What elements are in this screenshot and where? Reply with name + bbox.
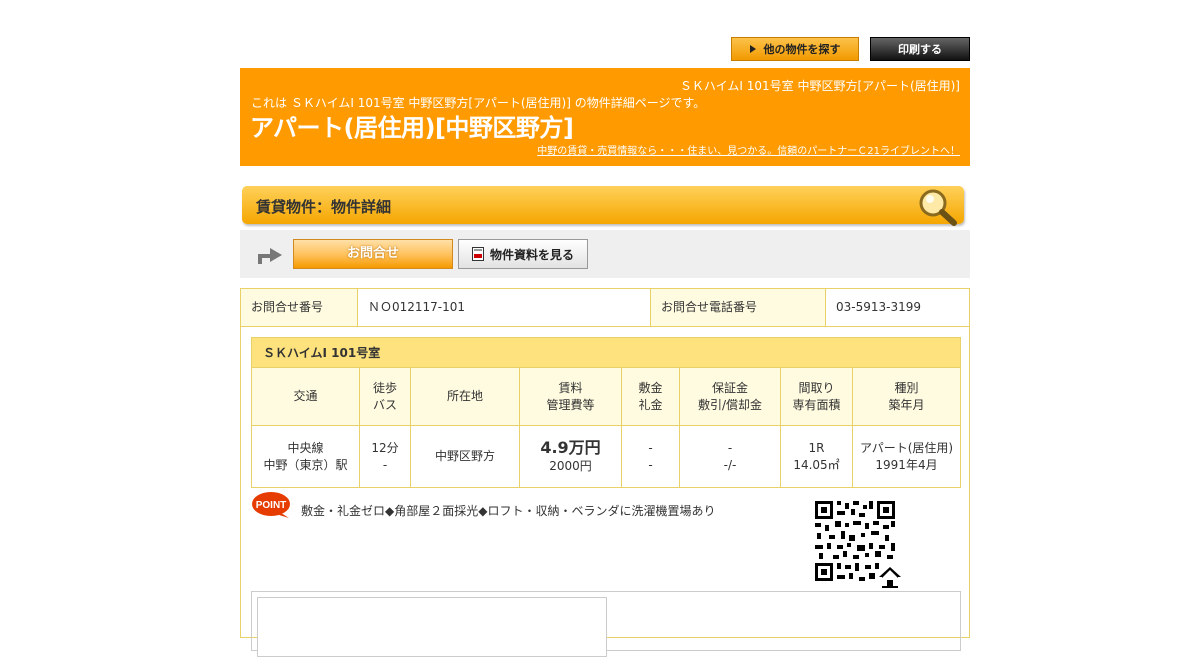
svg-text:POINT: POINT [256,500,287,511]
cell-transport: 中央線 中野（東京）駅 [251,425,360,488]
inquiry-phone-value: 03-5913-3199 [836,300,922,314]
section-title-bar: 賃貸物件：物件詳細 [242,186,964,226]
search-other-properties-button[interactable]: 他の物件を探す [731,37,859,61]
point-description: 敷金・礼金ゼロ◆角部屋２面採光◆ロフト・収納・ベランダに洗濯機置場あり [301,504,716,518]
header-rent: 賃料 管理費等 [519,367,622,426]
header-walk-bus: 徒歩 バス [359,367,411,426]
action-row: お問合せ 物件資料を見る [240,230,970,278]
header-transport: 交通 [251,367,360,426]
contact-button[interactable]: お問合せ [293,239,453,269]
page-title: アパート(居住用)[中野区野方] [250,114,574,142]
header-deposit: 敷金 礼金 [621,367,680,426]
cell-location: 中野区野方 [410,425,520,488]
right-arrow-icon [258,248,282,264]
property-data-row: 中央線 中野（東京）駅 12分 - 中野区野方 4.9万円 2000円 -- - -/-… [251,425,961,488]
cell-deposit: -- [621,425,680,488]
property-table: ＳＫハイムⅠ 101号室 交通 徒歩 バス 所在地 賃料 管理費等 敷金 礼金 保証金… [251,337,961,488]
inquiry-phone-label: お問合せ電話番号 [651,289,826,326]
inquiry-number-value: ＮＯ012117-101 [358,289,651,326]
pdf-icon [471,247,484,261]
cell-rent: 4.9万円 2000円 [519,425,622,488]
header-property-title: ＳＫハイムⅠ 101号室 中野区野方[アパート(居住用)] [679,79,960,93]
view-documents-button[interactable]: 物件資料を見る [458,239,588,269]
photo-gallery [251,591,961,657]
page-header: ＳＫハイムⅠ 101号室 中野区野方[アパート(居住用)] これは ＳＫハイムⅠ… [240,68,970,166]
property-name: ＳＫハイムⅠ 101号室 [251,337,961,368]
rent-value: 4.9万円 [540,437,601,457]
property-info-box: お問合せ番号 ＮＯ012117-101 お問合せ電話番号 03-5913-319… [240,288,970,657]
header-layout: 間取り 専有面積 [780,367,853,426]
print-button[interactable]: 印刷する [870,37,970,61]
header-guarantee: 保証金 敷引/償却金 [679,367,781,426]
cell-walk-bus: 12分 - [359,425,411,488]
cell-guarantee: - -/- [679,425,781,488]
section-title: 賃貸物件：物件詳細 [256,198,392,216]
property-header-row: 交通 徒歩 バス 所在地 賃料 管理費等 敷金 礼金 保証金 敷引/償却金 間取り 専有面… [251,367,961,426]
magnifier-icon [919,189,957,226]
play-arrow-icon [749,45,756,53]
main-photo-frame[interactable] [257,597,607,657]
point-badge-icon: POINT [252,492,290,518]
inquiry-number-label: お問合せ番号 [241,289,358,326]
search-other-label: 他の物件を探す [763,43,841,56]
cell-type: アパート(居住用) 1991年4月 [852,425,961,488]
header-location: 所在地 [410,367,520,426]
qr-code [813,499,901,588]
print-label: 印刷する [898,43,942,56]
cell-layout: 1R 14.05㎡ [780,425,853,488]
view-documents-label: 物件資料を見る [489,247,574,262]
inquiry-row: お問合せ番号 ＮＯ012117-101 お問合せ電話番号 03-5913-319… [241,289,969,327]
header-tagline-link[interactable]: 中野の賃貸・売買情報なら・・・住まい、見つかる。信頼のパートナーＣ21ライブレン… [537,142,960,157]
header-type: 種別 築年月 [852,367,961,426]
